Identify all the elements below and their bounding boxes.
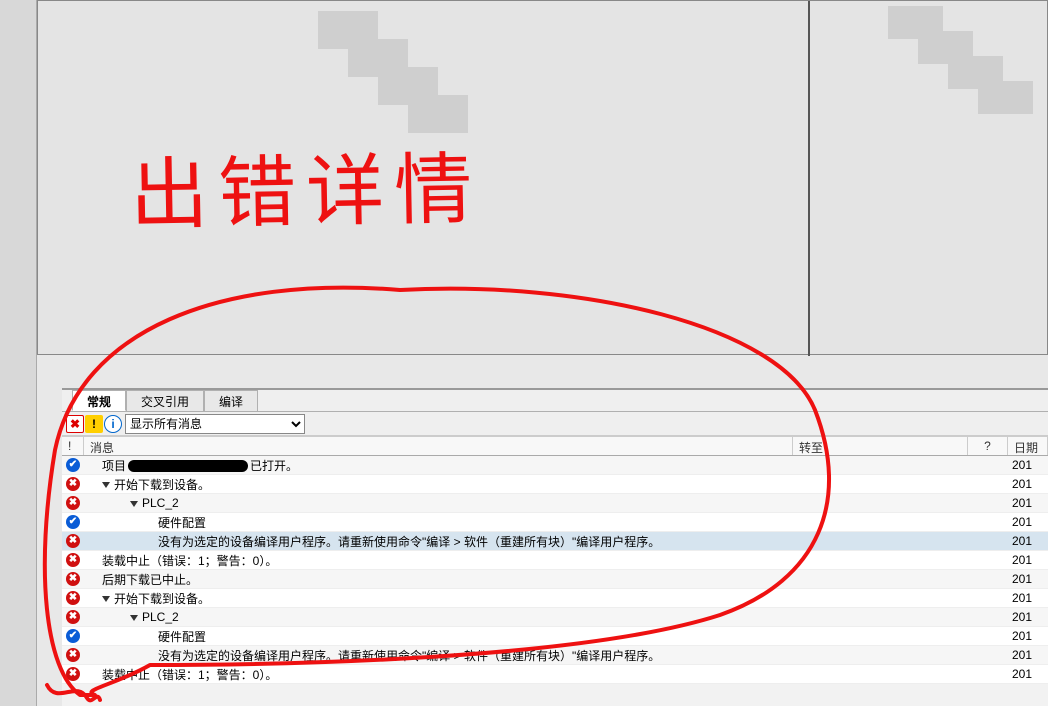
table-row[interactable]: ✖ 后期下载已中止。 201 [62,570,1048,589]
table-row[interactable]: ✖ 开始下载到设备。 201 [62,475,1048,494]
filter-info-icon[interactable]: i [104,415,122,433]
status-cell: ✔ [62,629,84,643]
redacted-text [128,460,248,472]
filter-errors-icon[interactable]: ✖ [66,415,84,433]
status-cell: ✖ [62,610,84,624]
message-text: 开始下载到设备。 [114,592,210,606]
error-icon: ✖ [66,477,80,491]
message-text: 项目 [102,459,126,473]
message-text: 没有为选定的设备编译用户程序。请重新使用命令"编译 > 软件（重建所有块）"编译… [158,649,660,663]
message-cell: 开始下载到设备。 [84,590,793,607]
message-text: 后期下载已中止。 [102,573,198,587]
status-cell: ✖ [62,534,84,548]
expand-arrow-icon[interactable] [130,501,138,507]
header-date[interactable]: 日期 [1008,437,1048,455]
date-cell: 201 [1008,610,1048,624]
status-cell: ✖ [62,553,84,567]
tab-compile[interactable]: 编译 [204,390,258,411]
status-cell: ✖ [62,667,84,681]
date-cell: 201 [1008,648,1048,662]
table-row[interactable]: ✔ 项目 已打开。 201 [62,456,1048,475]
date-cell: 201 [1008,553,1048,567]
status-cell: ✖ [62,572,84,586]
status-cell: ✖ [62,496,84,510]
message-cell: 开始下载到设备。 [84,476,793,493]
grid-header: ! 消息 转至 ? 日期 [62,436,1048,456]
expand-arrow-icon[interactable] [130,615,138,621]
message-cell: 装载中止（错误：1；警告：0）。 [84,666,793,683]
error-icon: ✖ [66,572,80,586]
message-cell: 没有为选定的设备编译用户程序。请重新使用命令"编译 > 软件（重建所有块）"编译… [84,533,793,550]
message-text: PLC_2 [142,496,179,510]
table-row[interactable]: ✖ 开始下载到设备。 201 [62,589,1048,608]
message-cell: PLC_2 [84,610,793,624]
header-status[interactable]: ! [62,437,84,455]
table-row[interactable]: ✖ PLC_2 201 [62,608,1048,627]
tab-general[interactable]: 常规 [72,390,126,411]
message-text: 硬件配置 [158,630,206,644]
message-text: PLC_2 [142,610,179,624]
error-icon: ✖ [66,496,80,510]
date-cell: 201 [1008,591,1048,605]
message-cell: 后期下载已中止。 [84,571,793,588]
output-toolbar: ✖ ! i 显示所有消息 [62,412,1048,436]
date-cell: 201 [1008,477,1048,491]
table-row[interactable]: ✖ 没有为选定的设备编译用户程序。请重新使用命令"编译 > 软件（重建所有块）"编… [62,532,1048,551]
date-cell: 201 [1008,496,1048,510]
table-row[interactable]: ✖ PLC_2 201 [62,494,1048,513]
success-icon: ✔ [66,458,80,472]
success-icon: ✔ [66,629,80,643]
date-cell: 201 [1008,458,1048,472]
error-icon: ✖ [66,534,80,548]
error-icon: ✖ [66,610,80,624]
header-help[interactable]: ? [968,437,1008,455]
message-cell: 没有为选定的设备编译用户程序。请重新使用命令"编译 > 软件（重建所有块）"编译… [84,647,793,664]
tab-xref[interactable]: 交叉引用 [126,390,204,411]
table-row[interactable]: ✔ 硬件配置 201 [62,513,1048,532]
header-message[interactable]: 消息 [84,437,793,455]
left-gutter [0,0,37,706]
expand-arrow-icon[interactable] [102,596,110,602]
table-row[interactable]: ✖ 没有为选定的设备编译用户程序。请重新使用命令"编译 > 软件（重建所有块）"编… [62,646,1048,665]
grid-body: ✔项目已打开。201✖开始下载到设备。201✖PLC_2201✔硬件配置201✖… [62,456,1048,684]
date-cell: 201 [1008,534,1048,548]
success-icon: ✔ [66,515,80,529]
status-cell: ✔ [62,458,84,472]
message-cell: 硬件配置 [84,514,793,531]
date-cell: 201 [1008,572,1048,586]
error-icon: ✖ [66,667,80,681]
table-row[interactable]: ✖ 装载中止（错误：1；警告：0）。 201 [62,665,1048,684]
table-row[interactable]: ✔ 硬件配置 201 [62,627,1048,646]
error-icon: ✖ [66,591,80,605]
message-cell: 项目 已打开。 [84,457,793,474]
date-cell: 201 [1008,515,1048,529]
editor-canvas [37,0,1048,355]
message-text: 已打开。 [250,459,298,473]
message-text: 开始下载到设备。 [114,478,210,492]
expand-arrow-icon[interactable] [102,482,110,488]
table-row[interactable]: ✖ 装载中止（错误：1；警告：0）。 201 [62,551,1048,570]
message-filter-dropdown[interactable]: 显示所有消息 [125,414,305,434]
header-goto[interactable]: 转至 [793,437,968,455]
message-cell: 装载中止（错误：1；警告：0）。 [84,552,793,569]
message-cell: 硬件配置 [84,628,793,645]
message-text: 装载中止（错误：1；警告：0）。 [102,554,277,568]
status-cell: ✖ [62,648,84,662]
pane-divider[interactable] [808,1,810,356]
output-tabs: 常规 交叉引用 编译 [62,390,1048,412]
error-icon: ✖ [66,553,80,567]
messages-grid: ! 消息 转至 ? 日期 ✔ 项目 已打开。 201 ✖ 开始下载到设备。 201 ✖ PLC_… [62,436,1048,684]
message-text: 装载中止（错误：1；警告：0）。 [102,668,277,682]
status-cell: ✖ [62,477,84,491]
error-icon: ✖ [66,648,80,662]
output-panel: 常规 交叉引用 编译 ✖ ! i 显示所有消息 ! 消息 转至 ? 日期 ✔ 项目… [62,388,1048,706]
message-cell: PLC_2 [84,496,793,510]
message-text: 硬件配置 [158,516,206,530]
message-text: 没有为选定的设备编译用户程序。请重新使用命令"编译 > 软件（重建所有块）"编译… [158,535,660,549]
filter-warnings-icon[interactable]: ! [85,415,103,433]
date-cell: 201 [1008,629,1048,643]
status-cell: ✖ [62,591,84,605]
date-cell: 201 [1008,667,1048,681]
status-cell: ✔ [62,515,84,529]
